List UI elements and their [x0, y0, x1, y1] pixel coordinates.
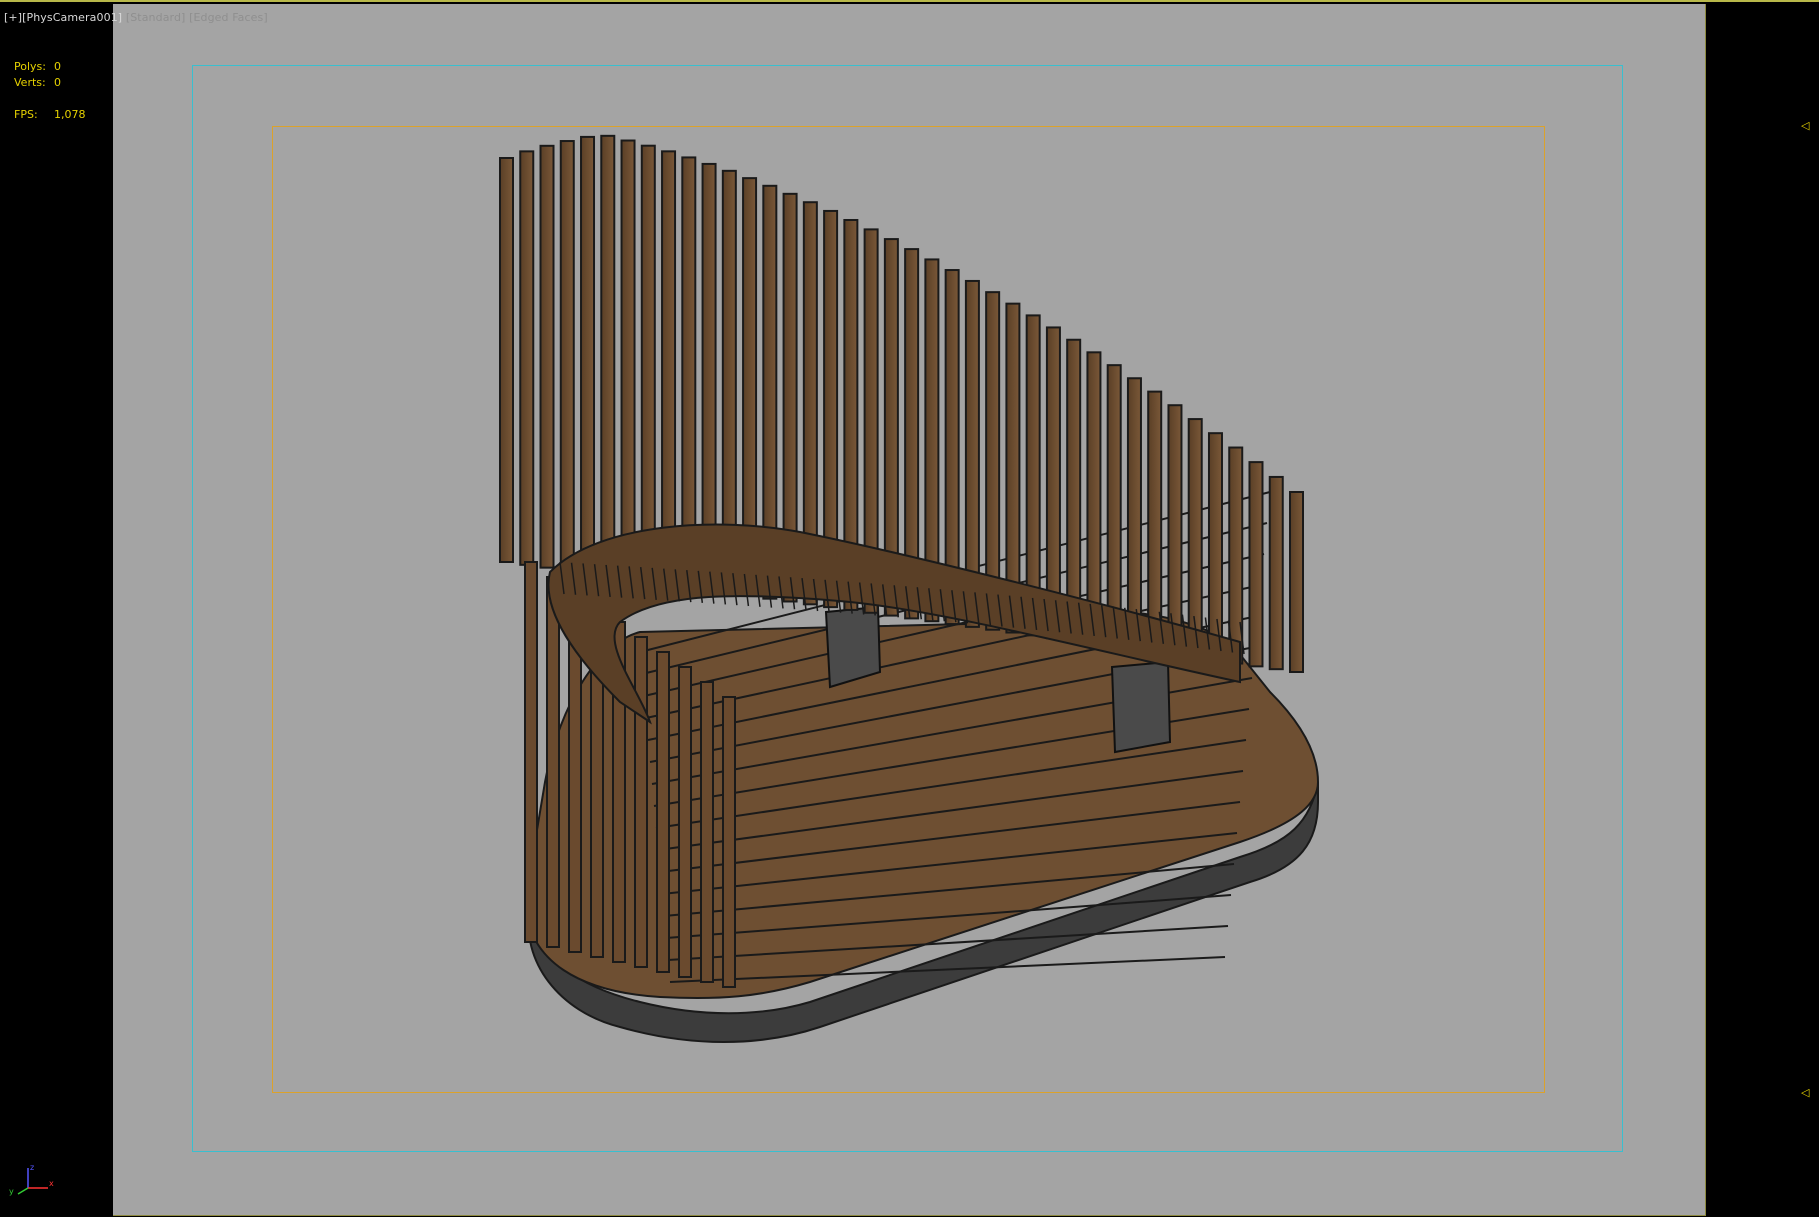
- backrest-slat[interactable]: [661, 150, 677, 586]
- fps-label: FPS:: [14, 108, 38, 121]
- backrest-slat[interactable]: [1228, 446, 1244, 665]
- backrest-slat[interactable]: [681, 156, 697, 589]
- backrest-slat[interactable]: [1248, 461, 1264, 668]
- viewport-menu-plus[interactable]: [+]: [4, 11, 22, 24]
- side-slat[interactable]: [678, 666, 692, 978]
- axis-x-label: x: [49, 1179, 54, 1188]
- viewport-mode-edged-faces[interactable]: [Edged Faces]: [189, 11, 268, 24]
- backrest-slat[interactable]: [1207, 432, 1223, 662]
- camera-viewport[interactable]: [+][PhysCamera001] [Standard] [Edged Fac…: [0, 0, 1819, 1217]
- backrest-slat[interactable]: [640, 144, 656, 583]
- backrest-slat[interactable]: [1268, 475, 1284, 671]
- axis-triad-icon: z x y: [9, 1163, 54, 1196]
- polys-value: 0: [54, 60, 61, 73]
- fps-value: 1,078: [54, 108, 86, 121]
- chair-3d-model[interactable]: [0, 2, 1819, 1217]
- backrest-slat[interactable]: [620, 139, 636, 580]
- side-slat[interactable]: [634, 636, 648, 968]
- side-slat[interactable]: [524, 561, 538, 943]
- viewport-statistics: Polys: 0 Verts: 0 FPS: 1,078: [14, 59, 86, 123]
- backrest-slat[interactable]: [600, 134, 616, 578]
- side-slat[interactable]: [546, 576, 560, 948]
- viewport-camera-name[interactable]: [PhysCamera001]: [22, 11, 122, 24]
- backrest-slat[interactable]: [1106, 364, 1122, 648]
- axis-y-label: y: [9, 1187, 14, 1196]
- backrest-slat[interactable]: [499, 157, 514, 563]
- backrest-slat[interactable]: [539, 144, 555, 569]
- verts-value: 0: [54, 76, 61, 89]
- viewport-label[interactable]: [+][PhysCamera001] [Standard] [Edged Fac…: [4, 11, 268, 24]
- backrest-slat[interactable]: [580, 135, 596, 575]
- polys-label: Polys:: [14, 60, 46, 73]
- rail-support-left[interactable]: [824, 605, 882, 689]
- side-slat[interactable]: [700, 681, 714, 983]
- backrest-slat[interactable]: [559, 140, 575, 572]
- backrest-slat[interactable]: [1167, 404, 1183, 657]
- side-slat[interactable]: [656, 651, 670, 973]
- backrest-slat[interactable]: [1289, 491, 1304, 673]
- axis-z-label: z: [30, 1163, 34, 1172]
- verts-label: Verts:: [14, 76, 46, 89]
- backrest-slat[interactable]: [1126, 377, 1142, 651]
- rail-support-right[interactable]: [1110, 660, 1172, 754]
- viewport-shading-standard[interactable]: [Standard]: [126, 11, 186, 24]
- side-slat[interactable]: [722, 696, 736, 988]
- backrest-slat[interactable]: [519, 150, 535, 566]
